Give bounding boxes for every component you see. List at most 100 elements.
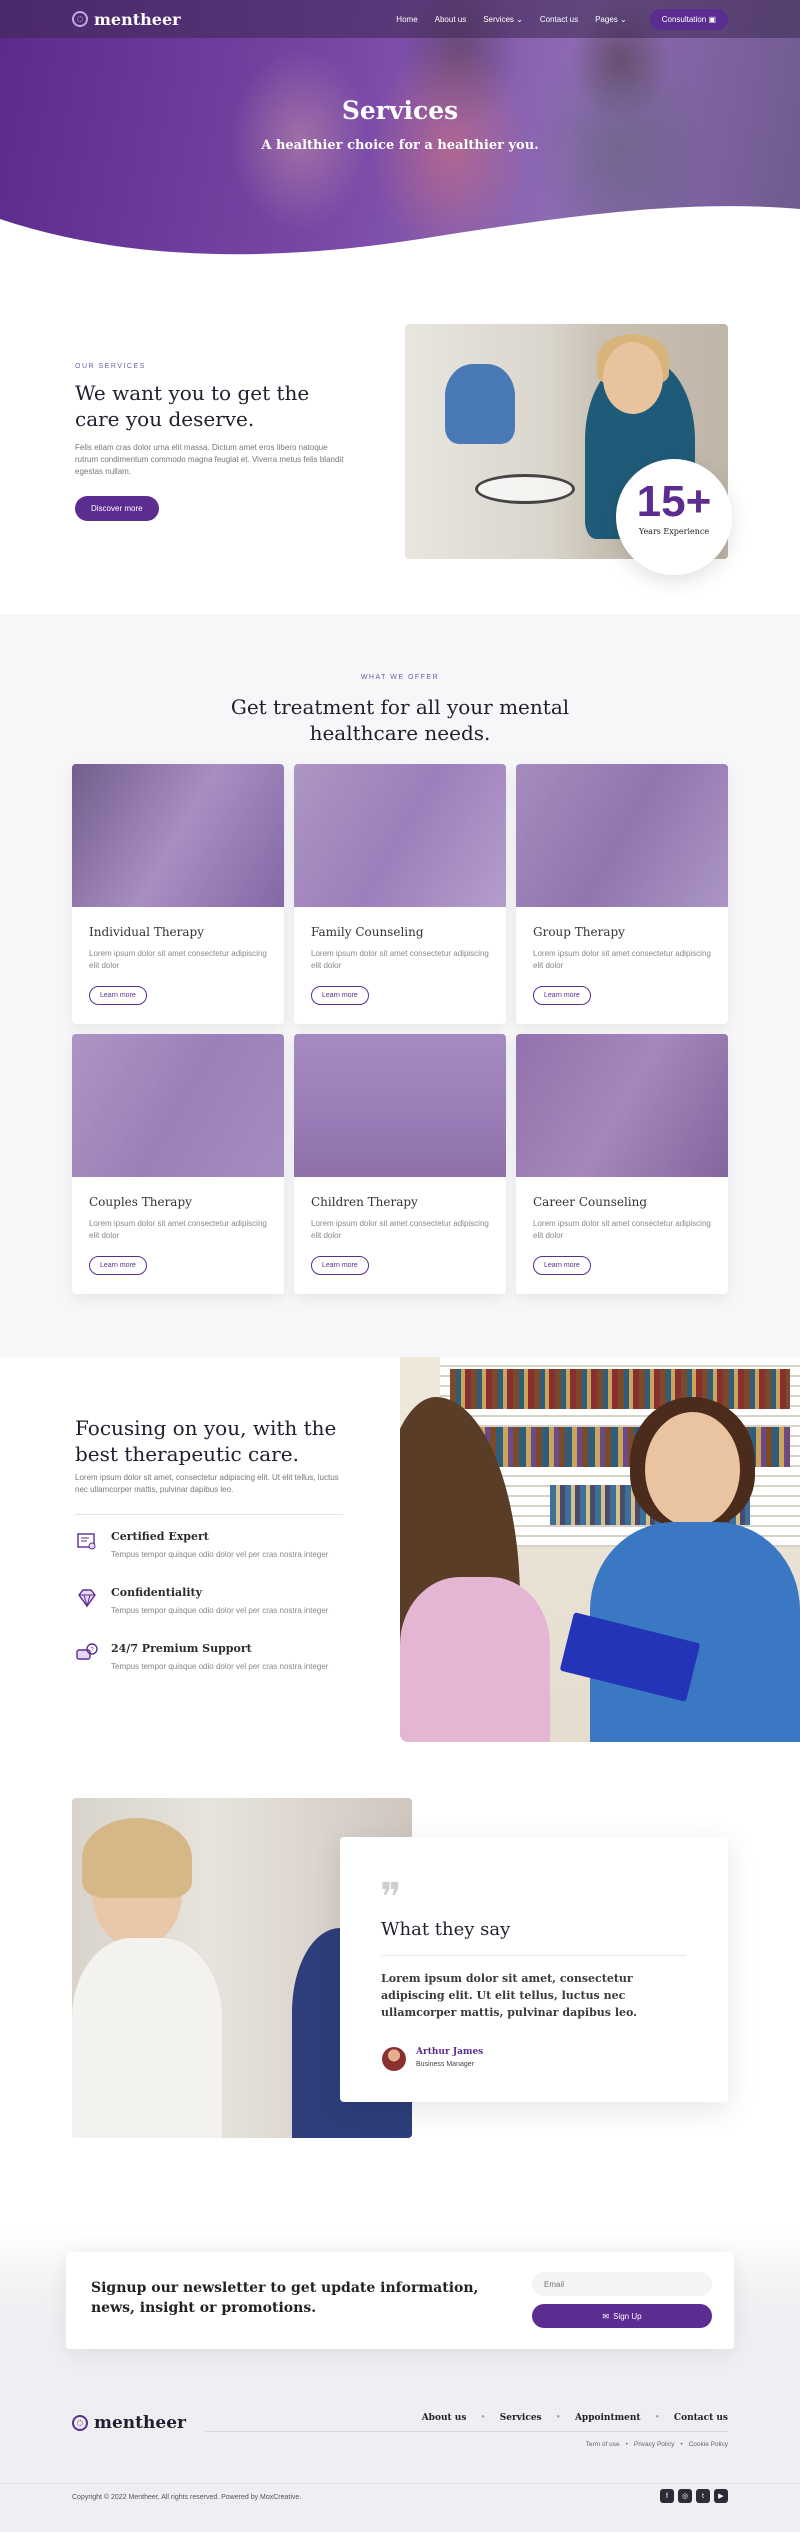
photo-overlay [516, 764, 728, 907]
card-title: Children Therapy [311, 1195, 418, 1209]
photo-overlay [294, 764, 506, 907]
service-card-children[interactable]: Children Therapy Lorem ipsum dolor sit a… [294, 1034, 506, 1294]
why-us-section: Focusing on you, with the best therapeut… [0, 1357, 800, 1742]
feature-title: 24/7 Premium Support [111, 1642, 252, 1655]
counseling-photo [400, 1357, 800, 1742]
experience-label: Years Experience [638, 527, 710, 536]
service-card-group[interactable]: Group Therapy Lorem ipsum dolor sit amet… [516, 764, 728, 1024]
section-eyebrow: OUR SERVICES [75, 363, 146, 370]
card-photo [72, 764, 284, 907]
nav-contact[interactable]: Contact us [540, 15, 578, 24]
section-heading: Get treatment for all your mental health… [230, 695, 570, 745]
separator: • [555, 2413, 561, 2423]
nav-home[interactable]: Home [396, 15, 417, 24]
photo-books [450, 1369, 790, 1409]
separator: • [654, 2413, 660, 2423]
newsletter-heading: Signup our newsletter to get update info… [91, 2280, 479, 2316]
legal-link-privacy[interactable]: Privacy Policy [634, 2441, 674, 2448]
newsletter-card: Signup our newsletter to get update info… [66, 2252, 734, 2349]
brand-name: mentheer [94, 2413, 186, 2433]
legal-link-terms[interactable]: Term of use [586, 2441, 620, 2448]
experience-number: 15+ [636, 477, 712, 526]
photo-figure [603, 342, 663, 414]
youtube-icon[interactable]: ▶ [714, 2489, 728, 2503]
card-body: Lorem ipsum dolor sit amet consectetur a… [89, 949, 267, 970]
consultation-button[interactable]: Consultation ▣ [649, 8, 728, 30]
calendar-icon: ▣ [708, 14, 716, 24]
feature-item: Certified Expert Tempus tempor quisque o… [75, 1530, 345, 1561]
photo-figure [400, 1577, 550, 1742]
card-title: Couples Therapy [89, 1195, 192, 1209]
testimonial-quote: Lorem ipsum dolor sit amet, consectetur … [381, 1972, 637, 2019]
footer: mentheer About us • Services • Appointme… [0, 2397, 800, 2532]
hero-wave-divider [0, 206, 800, 258]
footer-logo[interactable]: mentheer [72, 2413, 186, 2433]
page-title: Services [341, 96, 459, 125]
brand-name: mentheer [94, 9, 181, 29]
facebook-icon[interactable]: f [660, 2489, 674, 2503]
instagram-icon[interactable]: ◎ [678, 2489, 692, 2503]
services-offer-section: WHAT WE OFFER Get treatment for all your… [0, 614, 800, 1357]
card-body: Lorem ipsum dolor sit amet consectetur a… [311, 1219, 489, 1240]
twitter-icon[interactable]: t [696, 2489, 710, 2503]
footer-link-services[interactable]: Services [500, 2413, 542, 2423]
photo-overlay [294, 1034, 506, 1177]
photo-figure [72, 1938, 222, 2138]
email-field[interactable] [532, 2272, 712, 2296]
nav-links: Home About us Services ⌄ Contact us Page… [396, 8, 728, 30]
card-body: Lorem ipsum dolor sit amet consectetur a… [533, 1219, 711, 1240]
card-photo [72, 1034, 284, 1177]
nav-services[interactable]: Services ⌄ [483, 15, 523, 24]
learn-more-button[interactable]: Learn more [533, 1256, 591, 1275]
photo-overlay [72, 764, 284, 907]
card-title: Group Therapy [533, 925, 625, 939]
social-links: f ◎ t ▶ [660, 2489, 728, 2503]
footer-nav: About us • Services • Appointment • Cont… [422, 2413, 728, 2423]
experience-badge: 15+ Years Experience [616, 459, 732, 575]
discover-more-button[interactable]: Discover more [75, 496, 159, 521]
brand-logo[interactable]: mentheer [72, 10, 181, 29]
feature-item: Confidentiality Tempus tempor quisque od… [75, 1586, 345, 1617]
testimonial-author: Arthur James [416, 2047, 484, 2057]
card-title: Family Counseling [311, 925, 424, 939]
chevron-down-icon: ⌄ [620, 14, 627, 24]
service-card-family[interactable]: Family Counseling Lorem ipsum dolor sit … [294, 764, 506, 1024]
learn-more-button[interactable]: Learn more [311, 986, 369, 1005]
photo-figure [82, 1818, 192, 1898]
footer-link-about[interactable]: About us [422, 2413, 467, 2423]
mail-icon: ✉ [602, 2311, 610, 2321]
legal-link-cookie[interactable]: Cookie Policy [689, 2441, 728, 2448]
learn-more-button[interactable]: Learn more [533, 986, 591, 1005]
card-title: Career Counseling [533, 1195, 648, 1209]
nav-pages[interactable]: Pages ⌄ [595, 15, 627, 24]
chevron-down-icon: ⌄ [516, 14, 523, 24]
svg-text:?: ? [90, 1648, 94, 1654]
service-card-couples[interactable]: Couples Therapy Lorem ipsum dolor sit am… [72, 1034, 284, 1294]
footer-link-contact[interactable]: Contact us [674, 2413, 728, 2423]
section-heading: Focusing on you, with the best therapeut… [75, 1416, 337, 1466]
sign-up-button[interactable]: ✉ Sign Up [532, 2304, 712, 2328]
feature-body: Tempus tempor quisque odio dolor vel per… [111, 1606, 329, 1615]
photo-figure [645, 1412, 740, 1527]
consultation-label: Consultation [661, 14, 707, 24]
photo-table [475, 474, 575, 504]
footer-link-appointment[interactable]: Appointment [575, 2413, 641, 2423]
logo-mark-icon [72, 11, 88, 27]
section-body: Felis etiam cras dolor urna elit massa. … [75, 443, 344, 476]
testimonial-heading: What they say [381, 1919, 511, 1940]
hero-subtitle: A healthier choice for a healthier you. [261, 138, 539, 153]
learn-more-button[interactable]: Learn more [311, 1256, 369, 1275]
service-card-individual[interactable]: Individual Therapy Lorem ipsum dolor sit… [72, 764, 284, 1024]
learn-more-button[interactable]: Learn more [89, 986, 147, 1005]
nav-about[interactable]: About us [435, 15, 467, 24]
feature-item: ? 24/7 Premium Support Tempus tempor qui… [75, 1642, 345, 1673]
card-photo [294, 764, 506, 907]
feature-body: Tempus tempor quisque odio dolor vel per… [111, 1550, 329, 1559]
certificate-icon [77, 1533, 96, 1550]
service-card-career[interactable]: Career Counseling Lorem ipsum dolor sit … [516, 1034, 728, 1294]
copyright-text: Copyright © 2022 Mentheer, All rights re… [72, 2494, 302, 2501]
learn-more-button[interactable]: Learn more [89, 1256, 147, 1275]
divider [381, 1955, 686, 1956]
hero-section: mentheer Home About us Services ⌄ Contac… [0, 0, 800, 258]
section-heading: We want you to get the care you deserve. [75, 381, 310, 431]
